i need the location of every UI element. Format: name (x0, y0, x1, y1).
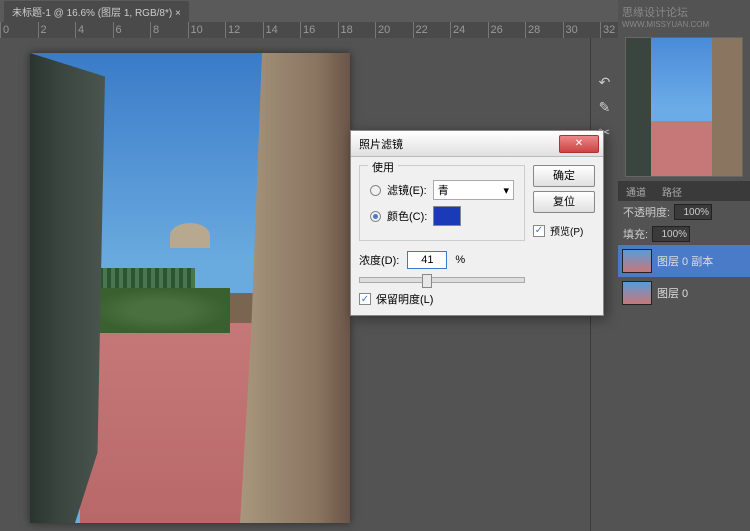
right-panel: 思缘设计论坛 WWW.MISSYUAN.COM 通道 路径 不透明度: 填充: … (618, 0, 750, 531)
preserve-label: 保留明度(L) (376, 291, 433, 307)
opacity-input[interactable] (674, 204, 712, 220)
navigator-thumbnail[interactable] (625, 37, 743, 177)
density-group: 浓度(D): % (359, 251, 525, 283)
watermark: 思缘设计论坛 WWW.MISSYUAN.COM (618, 0, 750, 33)
photo-filter-dialog: 照片滤镜 ✕ 使用 滤镜(E): 青▾ 颜色(C): (350, 130, 604, 316)
brush-icon[interactable]: ✎ (594, 96, 616, 118)
preserve-luminosity-checkbox[interactable] (359, 293, 371, 305)
fill-label: 填充: (623, 226, 648, 242)
preview-label: 预览(P) (550, 223, 583, 238)
opacity-label: 不透明度: (623, 204, 670, 220)
layer-name: 图层 0 副本 (657, 253, 713, 269)
fieldset-legend: 使用 (368, 159, 398, 175)
density-slider[interactable] (359, 277, 525, 283)
density-unit: % (455, 254, 465, 266)
cancel-button[interactable]: 复位 (533, 191, 595, 213)
fill-row: 填充: (618, 223, 750, 245)
document-tab[interactable]: 未标题-1 @ 16.6% (图层 1, RGB/8*) × (4, 1, 189, 22)
color-label: 颜色(C): (387, 208, 427, 224)
color-swatch[interactable] (433, 206, 461, 226)
close-button[interactable]: ✕ (559, 135, 599, 153)
layer-thumbnail (622, 281, 652, 305)
opacity-row: 不透明度: (618, 201, 750, 223)
layer-row[interactable]: 图层 0 副本 (618, 245, 750, 277)
canvas-image (30, 53, 350, 523)
panel-tabs: 通道 路径 (618, 181, 750, 201)
dialog-title: 照片滤镜 (359, 136, 403, 152)
dialog-titlebar[interactable]: 照片滤镜 ✕ (351, 131, 603, 157)
slider-handle[interactable] (422, 274, 432, 288)
history-icon[interactable]: ↶ (594, 71, 616, 93)
density-label: 浓度(D): (359, 252, 399, 268)
filter-label: 滤镜(E): (387, 182, 427, 198)
filter-select[interactable]: 青▾ (433, 180, 514, 200)
color-radio[interactable] (370, 211, 381, 222)
filter-radio[interactable] (370, 185, 381, 196)
tab-paths[interactable]: 路径 (654, 181, 690, 201)
density-input[interactable] (407, 251, 447, 269)
use-fieldset: 使用 滤镜(E): 青▾ 颜色(C): (359, 165, 525, 241)
layer-name: 图层 0 (657, 285, 688, 301)
layer-row[interactable]: 图层 0 (618, 277, 750, 309)
ok-button[interactable]: 确定 (533, 165, 595, 187)
chevron-down-icon: ▾ (503, 184, 509, 197)
layer-thumbnail (622, 249, 652, 273)
preview-checkbox[interactable] (533, 225, 545, 237)
tab-channels[interactable]: 通道 (618, 181, 654, 201)
fill-input[interactable] (652, 226, 690, 242)
